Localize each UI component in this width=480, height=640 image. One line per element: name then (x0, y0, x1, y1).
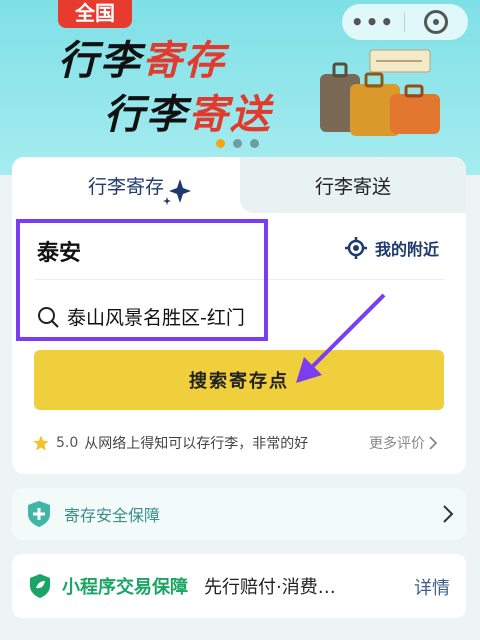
service-tabs: 行李寄送 行李寄存 (12, 157, 466, 213)
banner-title-storage: 行李寄存 (58, 28, 226, 86)
annotation-arrow (296, 293, 386, 383)
carousel-dot[interactable] (216, 139, 225, 148)
banner-title-red: 寄存 (142, 38, 226, 84)
storage-safety-label: 寄存安全保障 (64, 506, 161, 525)
guarantee-details-link[interactable]: 详情 (414, 574, 450, 600)
nearby-label: 我的附近 (375, 240, 440, 259)
shield-plus-icon (28, 501, 50, 527)
chevron-right-icon (443, 505, 454, 523)
carousel-dot[interactable] (233, 139, 242, 148)
tab-delivery[interactable]: 行李寄送 (240, 157, 466, 213)
more-dots-icon[interactable]: ••• (342, 10, 404, 34)
transaction-guarantee-row[interactable]: 小程序交易保障 先行赔付·消费… 详情 (12, 554, 466, 618)
close-miniprogram-button[interactable] (405, 10, 467, 34)
search-card: 行李寄送 行李寄存 泰安 我的附近 泰山风景名胜区-红门 搜索寄存点 5.0 从… (12, 157, 466, 474)
nearby-button[interactable]: 我的附近 (345, 236, 439, 260)
more-reviews-label: 更多评价 (369, 436, 425, 452)
guarantee-title: 小程序交易保障 (62, 577, 188, 598)
star-icon (33, 435, 49, 451)
banner-title-red: 寄送 (188, 92, 272, 138)
luggage-illustration (320, 49, 440, 136)
carousel-dot[interactable] (250, 139, 259, 148)
chevron-right-icon (429, 436, 438, 450)
annotation-highlight-box (16, 219, 268, 341)
more-reviews-link[interactable]: 更多评价 (369, 433, 438, 453)
banner-title-black: 行李 (104, 92, 188, 138)
banner-title-black: 行李 (58, 38, 142, 84)
carousel-indicators[interactable] (216, 139, 259, 148)
nationwide-badge: 全国 (58, 0, 132, 28)
sparkle-icon (163, 179, 191, 205)
close-miniprogram-icon (424, 10, 448, 34)
tab-storage[interactable]: 行李寄存 (12, 157, 240, 213)
guarantee-description: 先行赔付·消费… (204, 577, 336, 598)
storage-safety-row[interactable]: 寄存安全保障 (12, 488, 466, 540)
rating-summary: 5.0 从网络上得知可以存行李，非常的好 (32, 433, 308, 453)
leaf-shield-icon (30, 574, 50, 598)
miniprogram-capsule: ••• (342, 4, 468, 40)
locate-icon (345, 237, 367, 259)
rating-score: 5.0 (56, 435, 79, 451)
review-snippet: 从网络上得知可以存行李，非常的好 (84, 436, 309, 452)
banner-title-delivery: 行李寄送 (104, 82, 272, 140)
